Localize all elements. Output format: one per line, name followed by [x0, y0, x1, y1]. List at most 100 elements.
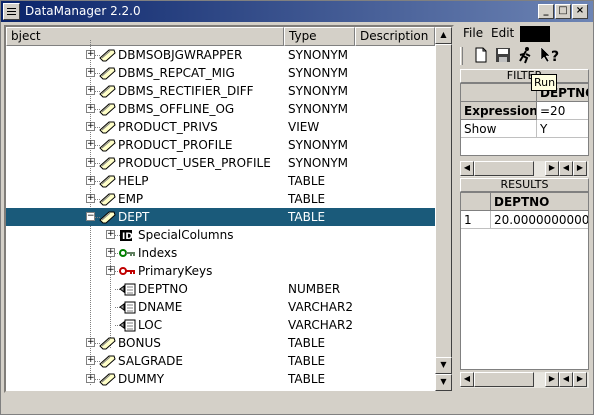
- menu-file[interactable]: File: [463, 26, 483, 40]
- tree-row-name: PRODUCT_PROFILE: [118, 138, 233, 152]
- vertical-scrollbar[interactable]: ▲ ▼ ▼: [435, 27, 452, 391]
- expand-icon[interactable]: +: [106, 266, 115, 275]
- tree-row[interactable]: + PRODUCT_PROFILE SYNONYM: [6, 136, 435, 154]
- tree-row[interactable]: + EMP TABLE: [6, 190, 435, 208]
- tree-row-name: DBMSOBJGWRAPPER: [118, 48, 243, 62]
- results-hscroll-thumb[interactable]: [474, 372, 534, 387]
- tree-row[interactable]: + PRODUCT_PRIVS VIEW: [6, 118, 435, 136]
- tree-row[interactable]: DEPTNO NUMBER: [6, 280, 435, 298]
- column-header-type[interactable]: Type: [284, 27, 355, 46]
- tree-row[interactable]: + DBMS_OFFLINE_OG SYNONYM: [6, 100, 435, 118]
- toolbar-grip: [460, 47, 463, 65]
- expand-icon[interactable]: +: [86, 158, 95, 167]
- scroll-right-icon-2[interactable]: ▶: [573, 161, 587, 176]
- scroll-left-icon[interactable]: ◀: [460, 161, 474, 176]
- scroll-down-icon-2[interactable]: ▼: [435, 374, 452, 391]
- new-file-icon[interactable]: [472, 46, 490, 64]
- column-header-object[interactable]: bject: [6, 27, 284, 46]
- scroll-left-icon-3[interactable]: ◀: [460, 372, 474, 387]
- filter-grid[interactable]: DEPTNO Expression =20 Show Y: [460, 83, 589, 156]
- system-menu-icon[interactable]: [3, 3, 20, 20]
- expand-icon[interactable]: +: [86, 374, 95, 383]
- menu-edit[interactable]: Edit: [491, 26, 514, 40]
- filter-value-expression[interactable]: =20: [537, 102, 588, 120]
- expand-icon[interactable]: +: [86, 194, 95, 203]
- minimize-icon[interactable]: _: [538, 4, 554, 19]
- tree-row-name: DUMMY: [118, 372, 165, 386]
- tree-row[interactable]: + PrimaryKeys: [6, 262, 435, 280]
- scroll-right-icon-4[interactable]: ▶: [573, 372, 587, 387]
- expand-icon[interactable]: +: [86, 50, 95, 59]
- table-object-icon: [99, 175, 116, 188]
- tree-row[interactable]: LOC VARCHAR2: [6, 316, 435, 334]
- expand-icon[interactable]: +: [86, 68, 95, 77]
- title-bar[interactable]: DataManager 2.2.0 _ □ ×: [1, 1, 593, 22]
- tree-row-type: TABLE: [288, 174, 326, 188]
- filter-label-expression: Expression: [461, 102, 537, 120]
- scroll-left-icon-2[interactable]: ◀: [559, 161, 573, 176]
- expand-icon[interactable]: +: [106, 230, 115, 239]
- table-object-icon: [99, 211, 116, 224]
- tree-row[interactable]: + ID SpecialColumns: [6, 226, 435, 244]
- tree-row[interactable]: DNAME VARCHAR2: [6, 298, 435, 316]
- run-icon[interactable]: [516, 46, 534, 64]
- scroll-up-icon[interactable]: ▲: [435, 27, 452, 44]
- tree-row-type: VARCHAR2: [288, 300, 353, 314]
- expand-icon[interactable]: +: [86, 140, 95, 149]
- special-columns-icon: ID: [120, 230, 133, 242]
- collapse-icon[interactable]: −: [86, 212, 95, 221]
- expand-icon[interactable]: +: [86, 104, 95, 113]
- column-icon: [119, 283, 136, 296]
- results-grid[interactable]: DEPTNO 1 20.0000000000: [460, 192, 589, 370]
- table-object-icon: [99, 373, 116, 386]
- expand-icon[interactable]: +: [106, 248, 115, 257]
- filter-header: FILTER: [460, 69, 589, 83]
- tree-row[interactable]: + DUMMY TABLE: [6, 370, 435, 388]
- results-value-deptno[interactable]: 20.0000000000: [491, 211, 588, 229]
- scroll-right-icon[interactable]: ▶: [545, 161, 559, 176]
- tree-row[interactable]: + DBMS_REPCAT_MIG SYNONYM: [6, 64, 435, 82]
- tree-row-name: DEPTNO: [138, 282, 188, 296]
- scroll-right-icon-3[interactable]: ▶: [545, 372, 559, 387]
- object-tree-panel[interactable]: bject Type Description + DBMSOBJGWRAPPER S…: [4, 25, 454, 393]
- expand-icon[interactable]: +: [86, 176, 95, 185]
- tree-row[interactable]: + PRODUCT_USER_PROFILE SYNONYM: [6, 154, 435, 172]
- results-hscrollbar[interactable]: ◀ ▶ ◀ ▶: [460, 372, 589, 388]
- expand-icon[interactable]: +: [86, 338, 95, 347]
- maximize-icon[interactable]: □: [555, 4, 571, 19]
- expand-icon[interactable]: +: [86, 356, 95, 365]
- expand-icon[interactable]: +: [86, 86, 95, 95]
- primary-key-icon: [119, 267, 135, 275]
- tree-row[interactable]: + HELP TABLE: [6, 172, 435, 190]
- results-column-deptno[interactable]: DEPTNO: [491, 193, 588, 211]
- scroll-left-icon-4[interactable]: ◀: [559, 372, 573, 387]
- tree-row-type: SYNONYM: [288, 156, 349, 170]
- tree-row[interactable]: + SALGRADE TABLE: [6, 352, 435, 370]
- context-help-icon[interactable]: ?: [539, 46, 561, 64]
- column-header-description[interactable]: Description: [355, 27, 435, 46]
- table-object-icon: [99, 337, 116, 350]
- tree-row-type: TABLE: [288, 354, 326, 368]
- tree-row-type: VARCHAR2: [288, 318, 353, 332]
- tree-row[interactable]: + DBMS_RECTIFIER_DIFF SYNONYM: [6, 82, 435, 100]
- filter-value-show[interactable]: Y: [537, 120, 588, 138]
- results-header: RESULTS: [460, 178, 589, 192]
- column-icon: [119, 301, 136, 314]
- tree-row[interactable]: − DEPT TABLE: [6, 208, 435, 226]
- scroll-thumb[interactable]: [435, 44, 452, 358]
- tree-row[interactable]: + DBMSOBJGWRAPPER SYNONYM: [6, 46, 435, 64]
- expand-icon[interactable]: +: [86, 122, 95, 131]
- tree-row-name: DBMS_OFFLINE_OG: [118, 102, 235, 116]
- tree-row-name: SALGRADE: [118, 354, 183, 368]
- filter-hscroll-thumb[interactable]: [474, 161, 534, 176]
- scroll-down-icon[interactable]: ▼: [435, 357, 452, 374]
- run-tooltip: Run: [531, 74, 557, 91]
- tree-row[interactable]: + BONUS TABLE: [6, 334, 435, 352]
- tree-row-type: TABLE: [288, 210, 326, 224]
- tree-row-name: PRODUCT_USER_PROFILE: [118, 156, 271, 170]
- save-icon[interactable]: [494, 46, 512, 64]
- main-window: DataManager 2.2.0 _ □ × bject Type Descr…: [0, 0, 594, 415]
- filter-hscrollbar[interactable]: ◀ ▶ ◀ ▶: [460, 161, 589, 177]
- close-icon[interactable]: ×: [572, 4, 588, 19]
- tree-row[interactable]: + Indexs: [6, 244, 435, 262]
